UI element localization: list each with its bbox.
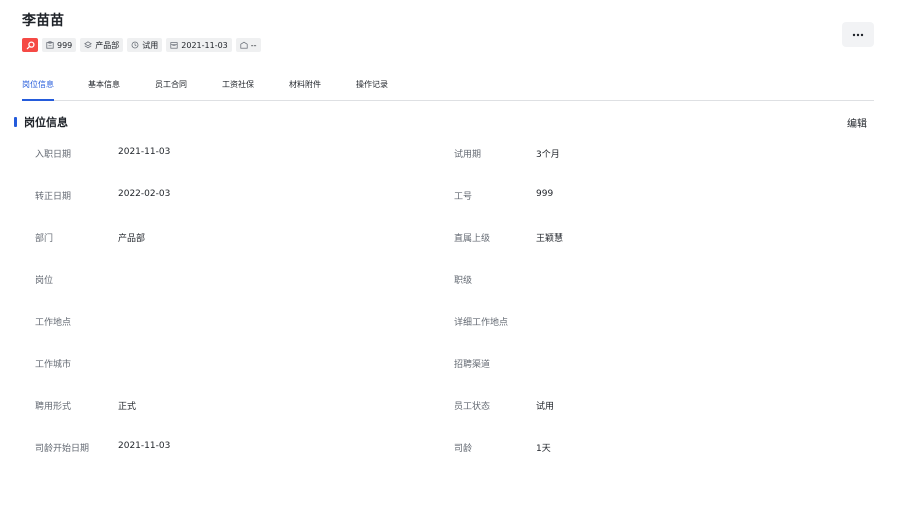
department-tag: 产品部: [80, 38, 124, 52]
field-label: 部门: [35, 234, 54, 244]
building-icon: [240, 41, 248, 49]
tab-employee-contract[interactable]: 员工合同: [155, 79, 187, 90]
field-label: 工作地点: [35, 318, 72, 328]
field-label: 详细工作地点: [454, 318, 509, 328]
tab-salary-insurance[interactable]: 工资社保: [222, 79, 254, 90]
employee-id-text: 999: [57, 40, 73, 50]
field-label: 职级: [454, 276, 473, 286]
field-value: 1天: [536, 444, 551, 454]
ellipsis-icon: [852, 33, 864, 36]
field-value: 王颖慧: [536, 234, 564, 244]
tab-basic-info[interactable]: 基本信息: [88, 79, 120, 90]
field-value: 正式: [118, 402, 137, 412]
tab-position-info[interactable]: 岗位信息: [22, 79, 54, 101]
more-actions-button[interactable]: [842, 22, 874, 47]
field-label: 司龄: [454, 444, 473, 454]
field-label: 工作城市: [35, 360, 72, 370]
field-value: 2021-11-03: [118, 441, 171, 451]
clock-icon: [131, 41, 139, 49]
employee-tags: 999 产品部 试用 2021-11-03 --: [22, 38, 261, 52]
other-text: --: [250, 40, 257, 50]
field-value: 2022-02-03: [118, 189, 171, 199]
field-label: 直属上级: [454, 234, 491, 244]
tab-bar: 岗位信息 基本信息 员工合同 工资社保 材料附件 操作记录: [22, 70, 874, 101]
hire-date-text: 2021-11-03: [181, 40, 228, 50]
field-value: 2021-11-03: [118, 147, 171, 157]
other-tag: --: [235, 38, 261, 52]
field-value: 999: [536, 189, 554, 199]
field-label: 工号: [454, 192, 473, 202]
calendar-icon: [170, 42, 178, 49]
section-title: 岗位信息: [24, 116, 68, 129]
field-label: 岗位: [35, 276, 54, 286]
employee-header: 李苗苗: [22, 12, 64, 30]
field-label: 司龄开始日期: [35, 444, 90, 454]
id-card-icon: [46, 41, 54, 49]
field-label: 聘用形式: [35, 402, 72, 412]
department-text: 产品部: [95, 40, 120, 50]
employee-id-tag: 999: [42, 38, 77, 52]
field-value: 3个月: [536, 150, 560, 160]
section-indicator: [14, 117, 17, 127]
field-label: 转正日期: [35, 192, 72, 202]
search-icon[interactable]: [22, 38, 38, 52]
field-label: 招聘渠道: [454, 360, 491, 370]
tab-operation-log[interactable]: 操作记录: [356, 79, 388, 90]
field-label: 入职日期: [35, 150, 72, 160]
field-value: 产品部: [118, 234, 146, 244]
hire-date-tag: 2021-11-03: [166, 38, 232, 52]
status-text: 试用: [142, 40, 159, 50]
field-label: 员工状态: [454, 402, 491, 412]
field-label: 试用期: [454, 150, 482, 160]
edit-button[interactable]: 编辑: [847, 115, 867, 130]
status-tag: 试用: [127, 38, 163, 52]
employee-name: 李苗苗: [22, 13, 64, 29]
layers-icon: [84, 41, 93, 49]
field-value: 试用: [536, 402, 555, 412]
tab-attachments[interactable]: 材料附件: [289, 79, 321, 90]
